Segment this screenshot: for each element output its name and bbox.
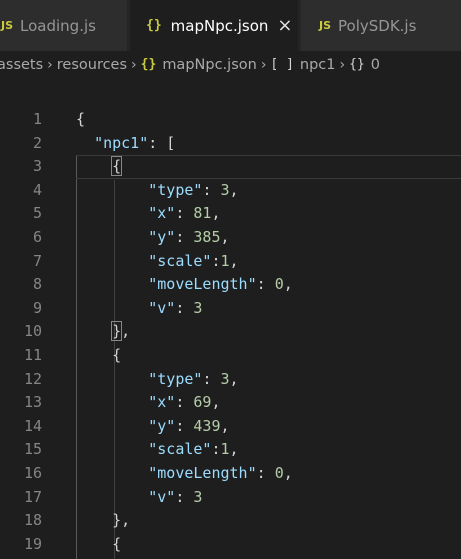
- line-number: 11: [23, 346, 42, 364]
- code-text: "moveLength": 0,: [148, 464, 293, 482]
- code-text: "moveLength": 0,: [148, 275, 293, 294]
- tab-polysdk-js[interactable]: JS PolySDK.js: [300, 0, 461, 51]
- current-line-highlight: [76, 155, 461, 180]
- code-line[interactable]: 14 "y": 439,: [0, 415, 461, 439]
- line-number: 9: [32, 298, 42, 317]
- code-text: },: [76, 511, 131, 530]
- code-text: "scale":1,: [148, 251, 239, 270]
- json-braces-icon: {}: [140, 57, 157, 72]
- code-line[interactable]: 8 "moveLength": 0,: [0, 273, 461, 297]
- code-text: "x": 69,: [148, 393, 221, 412]
- line-number: 8: [32, 275, 42, 294]
- code-text: {: [76, 346, 122, 364]
- object-icon: {}: [349, 57, 365, 72]
- line-number: 4: [32, 180, 42, 199]
- chevron-right-icon: ›: [339, 56, 346, 73]
- breadcrumb-item-assets[interactable]: assets: [0, 57, 43, 73]
- code-editor[interactable]: 1{2 "npc1": [3 {4 "type": 3, 5 "x": 81, 6 …: [0, 78, 461, 559]
- code-text: "npc1": [: [94, 133, 176, 152]
- line-number: 5: [32, 204, 42, 223]
- breadcrumb-item-file[interactable]: mapNpc.json: [162, 57, 257, 73]
- code-line[interactable]: 16 "moveLength": 0,: [0, 462, 461, 486]
- tab-label: Loading.js: [20, 16, 96, 35]
- line-number: 1: [32, 110, 42, 128]
- array-icon: [ ]: [270, 57, 294, 72]
- code-text: "v": 3: [148, 487, 203, 506]
- breadcrumb-item-resources[interactable]: resources: [57, 57, 127, 73]
- line-number: 13: [23, 393, 42, 412]
- line-number: 3: [32, 157, 42, 176]
- code-line[interactable]: 1{: [0, 108, 461, 132]
- matching-bracket: }: [111, 321, 123, 342]
- code-text: "y": 385,: [148, 228, 230, 246]
- line-number: 18: [23, 511, 42, 530]
- code-text: "type": 3,: [148, 369, 239, 388]
- line-number: 19: [23, 534, 42, 553]
- code-line[interactable]: 6 "y": 385,: [0, 226, 461, 250]
- code-line[interactable]: 17 "v": 3: [0, 486, 461, 510]
- json-braces-icon: {}: [146, 18, 162, 33]
- code-text: "scale":1,: [148, 440, 239, 459]
- tab-loading-js[interactable]: JS Loading.js: [0, 0, 128, 51]
- code-line[interactable]: 13 "x": 69,: [0, 391, 461, 415]
- chevron-right-icon: ›: [260, 56, 267, 73]
- code-text: },: [111, 321, 131, 342]
- code-line[interactable]: 3 {: [0, 155, 461, 180]
- chevron-right-icon: ›: [131, 56, 137, 73]
- code-line[interactable]: 19 {: [0, 533, 461, 557]
- tab-bar: JS Loading.js {} mapNpc.json × JS PolySD…: [0, 0, 461, 51]
- code-line[interactable]: 5 "x": 81,: [0, 202, 461, 226]
- tab-mapnpc-json[interactable]: {} mapNpc.json ×: [130, 0, 298, 51]
- code-text: "x": 81,: [148, 204, 221, 223]
- line-number: 14: [23, 416, 42, 435]
- close-icon[interactable]: ×: [277, 15, 292, 36]
- breadcrumb-item-npc1[interactable]: npc1: [300, 57, 336, 73]
- chevron-right-icon: ›: [47, 56, 53, 73]
- line-number: 17: [23, 487, 42, 506]
- line-number: 16: [23, 464, 42, 482]
- code-line[interactable]: 11 {: [0, 344, 461, 368]
- code-line[interactable]: 2 "npc1": [: [0, 132, 461, 156]
- code-line[interactable]: 15 "scale":1,: [0, 438, 461, 462]
- code-line[interactable]: 7 "scale":1,: [0, 250, 461, 274]
- line-number: 10: [23, 322, 42, 341]
- line-number: 12: [23, 369, 42, 388]
- code-text: "v": 3: [148, 298, 203, 317]
- line-number: 6: [32, 228, 42, 246]
- code-line[interactable]: 18 },: [0, 509, 461, 533]
- tab-label: mapNpc.json: [170, 16, 269, 35]
- line-number: 7: [32, 251, 42, 270]
- matching-bracket: {: [111, 156, 123, 177]
- code-text: {: [76, 155, 123, 179]
- code-line[interactable]: 10 },: [0, 320, 461, 344]
- line-number: 15: [23, 440, 42, 459]
- tab-label: PolySDK.js: [338, 16, 417, 35]
- line-number: 2: [32, 133, 42, 152]
- breadcrumb: assets › resources › {} mapNpc.json › [ …: [0, 51, 461, 78]
- code-text: {: [76, 534, 122, 553]
- code-text: "type": 3,: [148, 180, 239, 199]
- code-line[interactable]: 9 "v": 3: [0, 297, 461, 321]
- code-text: "y": 439,: [148, 416, 230, 435]
- code-line[interactable]: 12 "type": 3,: [0, 368, 461, 392]
- breadcrumb-item-index[interactable]: 0: [371, 57, 380, 73]
- js-file-icon: JS: [1, 19, 14, 32]
- code-line[interactable]: 4 "type": 3,: [0, 179, 461, 203]
- js-file-icon: JS: [319, 19, 332, 32]
- code-text: {: [76, 110, 86, 128]
